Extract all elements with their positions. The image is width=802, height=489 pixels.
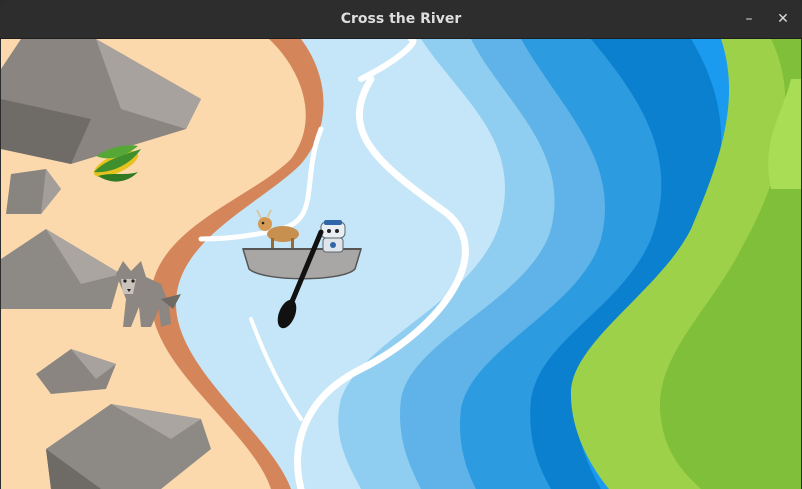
minimize-button[interactable]: – [737, 7, 761, 31]
game-window: Cross the River – ✕ [0, 0, 802, 489]
close-button[interactable]: ✕ [771, 7, 795, 31]
window-title: Cross the River [340, 11, 462, 27]
title-bar[interactable]: Cross the River – ✕ [0, 0, 802, 39]
minimize-icon: – [745, 11, 753, 27]
game-scene[interactable] [1, 39, 801, 489]
close-icon: ✕ [777, 11, 789, 27]
river-scene [1, 39, 801, 489]
farmer-robot-character[interactable] [320, 220, 346, 253]
